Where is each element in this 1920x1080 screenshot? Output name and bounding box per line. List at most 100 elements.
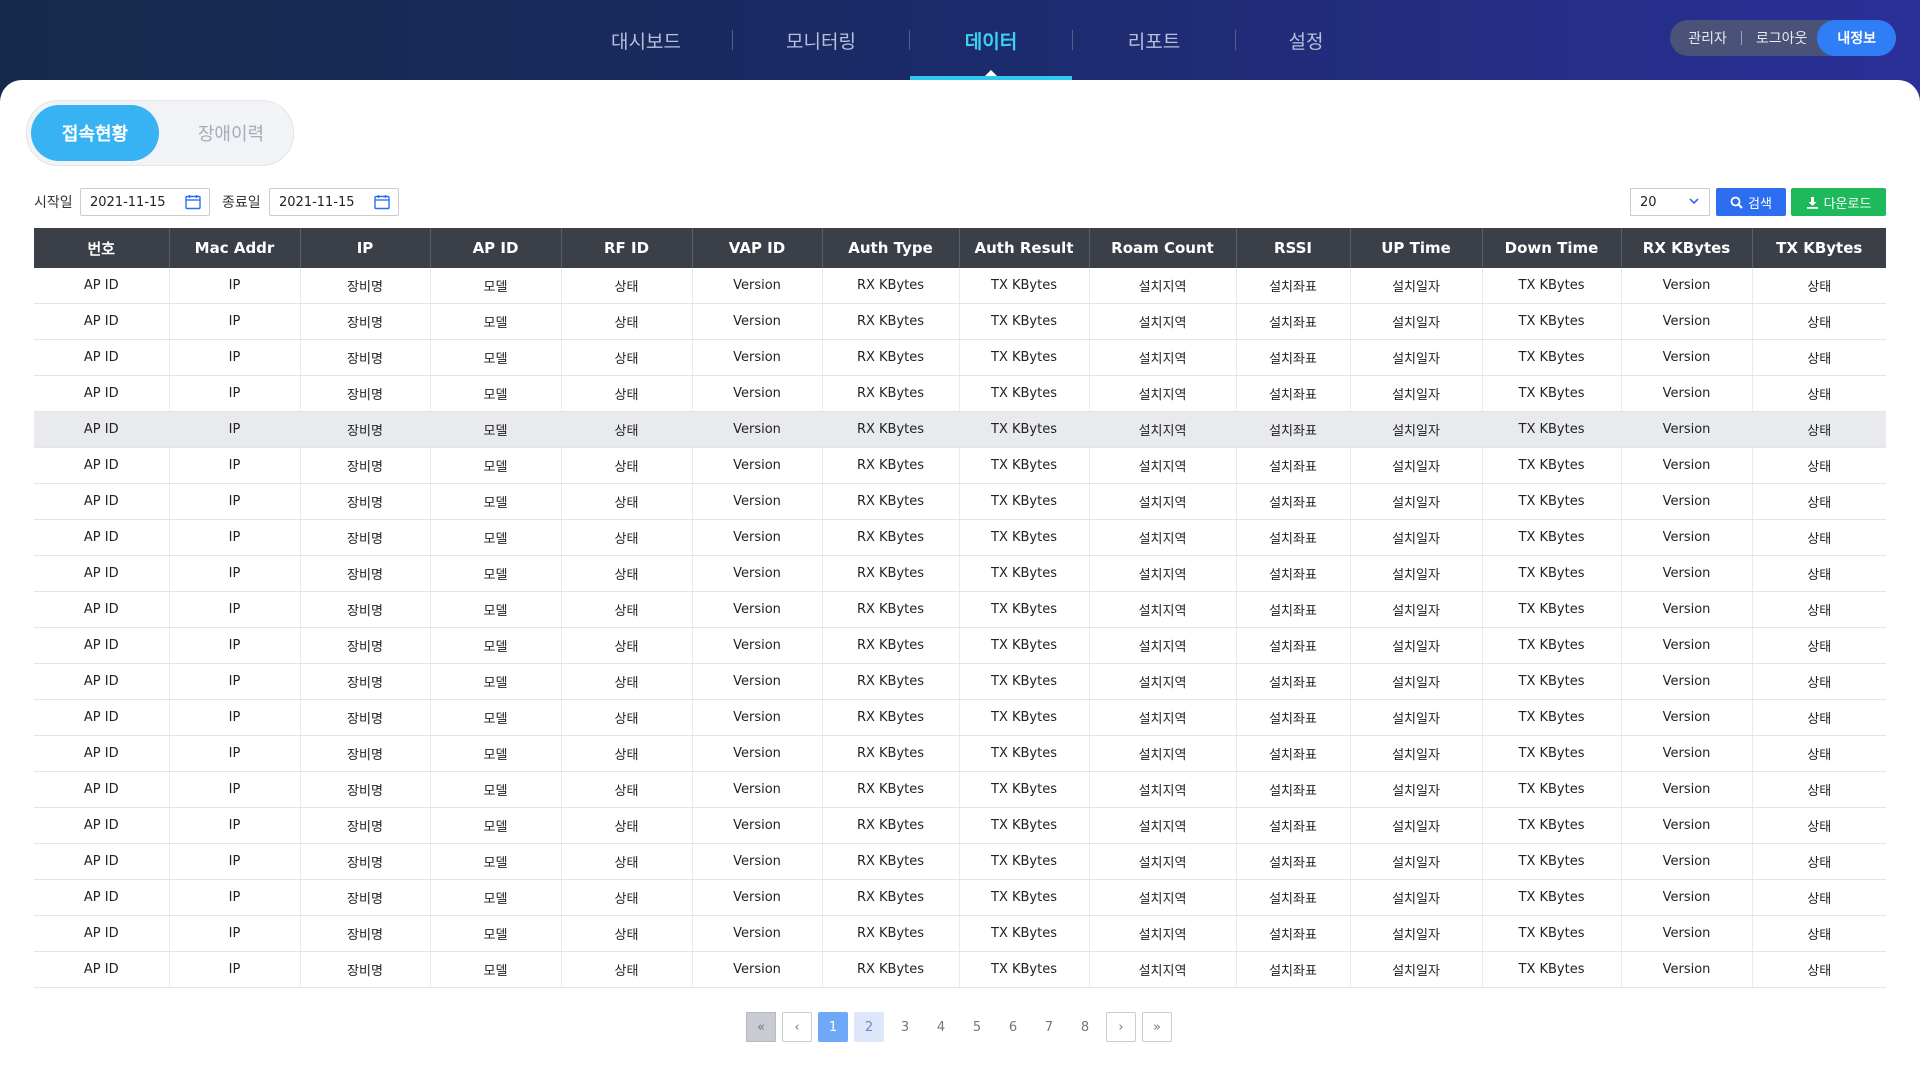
table-cell: 설치좌표	[1236, 879, 1351, 916]
table-cell: RX KBytes	[822, 555, 960, 592]
table-cell: 상태	[1752, 268, 1886, 304]
nav-settings[interactable]: 설정	[1236, 0, 1376, 80]
table-row[interactable]: AP ID IP 장비명 모델 상태 Version RX KBytes TX KBytes 설…	[34, 843, 1886, 880]
table-cell: Version	[1621, 411, 1753, 448]
table-cell: 상태	[561, 663, 693, 700]
table-cell: 장비명	[300, 915, 431, 952]
table-cell: TX KBytes	[1482, 663, 1622, 700]
nav-report[interactable]: 리포트	[1073, 0, 1235, 80]
nav-dashboard[interactable]: 대시보드	[560, 0, 732, 80]
table-row[interactable]: AP ID IP 장비명 모델 상태 Version RX KBytes TX KBytes 설…	[34, 699, 1886, 736]
table-row[interactable]: AP ID IP 장비명 모델 상태 Version RX KBytes TX KBytes 설…	[34, 303, 1886, 340]
end-date-field[interactable]: 2021-11-15	[269, 188, 399, 216]
table-row[interactable]: AP ID IP 장비명 모델 상태 Version RX KBytes TX KBytes 설…	[34, 555, 1886, 592]
table-cell: 상태	[1752, 555, 1886, 592]
table-cell: TX KBytes	[959, 951, 1090, 988]
table-cell: 상태	[1752, 447, 1886, 484]
page-3[interactable]: 3	[890, 1012, 920, 1042]
search-button[interactable]: 검색	[1716, 188, 1786, 216]
table-cell: 설치일자	[1350, 807, 1483, 844]
table-cell: 설치일자	[1350, 663, 1483, 700]
table-cell: Version	[1621, 879, 1753, 916]
page-2[interactable]: 2	[854, 1012, 884, 1042]
page-5[interactable]: 5	[962, 1012, 992, 1042]
page-6[interactable]: 6	[998, 1012, 1028, 1042]
nav-monitoring[interactable]: 모니터링	[733, 0, 909, 80]
table-row[interactable]: AP ID IP 장비명 모델 상태 Version RX KBytes TX KBytes 설…	[34, 951, 1886, 988]
table-cell: 설치일자	[1350, 411, 1483, 448]
table-row[interactable]: AP ID IP 장비명 모델 상태 Version RX KBytes TX KBytes 설…	[34, 268, 1886, 304]
table-cell: TX KBytes	[959, 807, 1090, 844]
table-row[interactable]: AP ID IP 장비명 모델 상태 Version RX KBytes TX KBytes 설…	[34, 771, 1886, 808]
table-cell: Version	[692, 879, 823, 916]
table-cell: AP ID	[34, 771, 170, 808]
start-date-field[interactable]: 2021-11-15	[80, 188, 210, 216]
table-cell: 상태	[1752, 339, 1886, 376]
table-cell: Version	[1621, 447, 1753, 484]
table-cell: 모델	[430, 771, 562, 808]
table-cell: 설치좌표	[1236, 447, 1351, 484]
table-cell: Version	[1621, 339, 1753, 376]
page-size-select[interactable]: 20	[1630, 188, 1710, 216]
table-row[interactable]: AP ID IP 장비명 모델 상태 Version RX KBytes TX KBytes 설…	[34, 879, 1886, 916]
nav-data[interactable]: 데이터	[910, 0, 1072, 80]
first-page-button[interactable]: «	[746, 1012, 776, 1042]
table-cell: TX KBytes	[1482, 879, 1622, 916]
tab-connection-status[interactable]: 접속현황	[31, 105, 159, 161]
column-header: Roam Count	[1089, 228, 1237, 268]
table-cell: Version	[1621, 519, 1753, 556]
download-button[interactable]: 다운로드	[1791, 188, 1886, 216]
table-cell: IP	[169, 447, 301, 484]
table-cell: 설치좌표	[1236, 807, 1351, 844]
table-row[interactable]: AP ID IP 장비명 모델 상태 Version RX KBytes TX KBytes 설…	[34, 807, 1886, 844]
table-cell: RX KBytes	[822, 483, 960, 520]
table-cell: IP	[169, 268, 301, 304]
table-cell: 모델	[430, 303, 562, 340]
table-row[interactable]: AP ID IP 장비명 모델 상태 Version RX KBytes TX KBytes 설…	[34, 375, 1886, 412]
table-cell: RX KBytes	[822, 411, 960, 448]
logout-link[interactable]: 로그아웃	[1756, 28, 1808, 48]
table-row[interactable]: AP ID IP 장비명 모델 상태 Version RX KBytes TX KBytes 설…	[34, 447, 1886, 484]
table-cell: TX KBytes	[959, 591, 1090, 628]
table-cell: AP ID	[34, 268, 170, 304]
table-row[interactable]: AP ID IP 장비명 모델 상태 Version RX KBytes TX KBytes 설…	[34, 339, 1886, 376]
table-row[interactable]: AP ID IP 장비명 모델 상태 Version RX KBytes TX KBytes 설…	[34, 915, 1886, 952]
prev-page-button[interactable]: ‹	[782, 1012, 812, 1042]
table-row[interactable]: AP ID IP 장비명 모델 상태 Version RX KBytes TX KBytes 설…	[34, 519, 1886, 556]
table-row[interactable]: AP ID IP 장비명 모델 상태 Version RX KBytes TX KBytes 설…	[34, 411, 1886, 448]
table-cell: 설치지역	[1089, 555, 1237, 592]
page-8[interactable]: 8	[1070, 1012, 1100, 1042]
table-cell: 설치지역	[1089, 771, 1237, 808]
calendar-icon[interactable]	[374, 194, 390, 210]
table-cell: 모델	[430, 268, 562, 304]
table-cell: IP	[169, 339, 301, 376]
table-row[interactable]: AP ID IP 장비명 모델 상태 Version RX KBytes TX KBytes 설…	[34, 627, 1886, 664]
column-header: IP	[300, 228, 431, 268]
table-cell: Version	[692, 591, 823, 628]
calendar-icon[interactable]	[185, 194, 201, 210]
table-cell: 장비명	[300, 303, 431, 340]
table-row[interactable]: AP ID IP 장비명 모델 상태 Version RX KBytes TX KBytes 설…	[34, 663, 1886, 700]
table-cell: RX KBytes	[822, 375, 960, 412]
column-header: VAP ID	[692, 228, 823, 268]
column-header: Auth Result	[959, 228, 1090, 268]
table-cell: 설치일자	[1350, 483, 1483, 520]
table-cell: TX KBytes	[1482, 483, 1622, 520]
table-cell: 상태	[561, 375, 693, 412]
tab-fault-history[interactable]: 장애이력	[167, 105, 295, 161]
table-row[interactable]: AP ID IP 장비명 모델 상태 Version RX KBytes TX KBytes 설…	[34, 735, 1886, 772]
table-cell: 설치지역	[1089, 447, 1237, 484]
table-cell: 설치일자	[1350, 268, 1483, 304]
myinfo-button[interactable]: 내정보	[1817, 20, 1896, 56]
table-row[interactable]: AP ID IP 장비명 모델 상태 Version RX KBytes TX KBytes 설…	[34, 591, 1886, 628]
page-4[interactable]: 4	[926, 1012, 956, 1042]
next-page-button[interactable]: ›	[1106, 1012, 1136, 1042]
start-date-value: 2021-11-15	[90, 194, 166, 210]
page-1[interactable]: 1	[818, 1012, 848, 1042]
table-cell: 장비명	[300, 735, 431, 772]
table-row[interactable]: AP ID IP 장비명 모델 상태 Version RX KBytes TX KBytes 설…	[34, 483, 1886, 520]
last-page-button[interactable]: »	[1142, 1012, 1172, 1042]
table-cell: Version	[1621, 591, 1753, 628]
page-7[interactable]: 7	[1034, 1012, 1064, 1042]
table-cell: 설치지역	[1089, 735, 1237, 772]
